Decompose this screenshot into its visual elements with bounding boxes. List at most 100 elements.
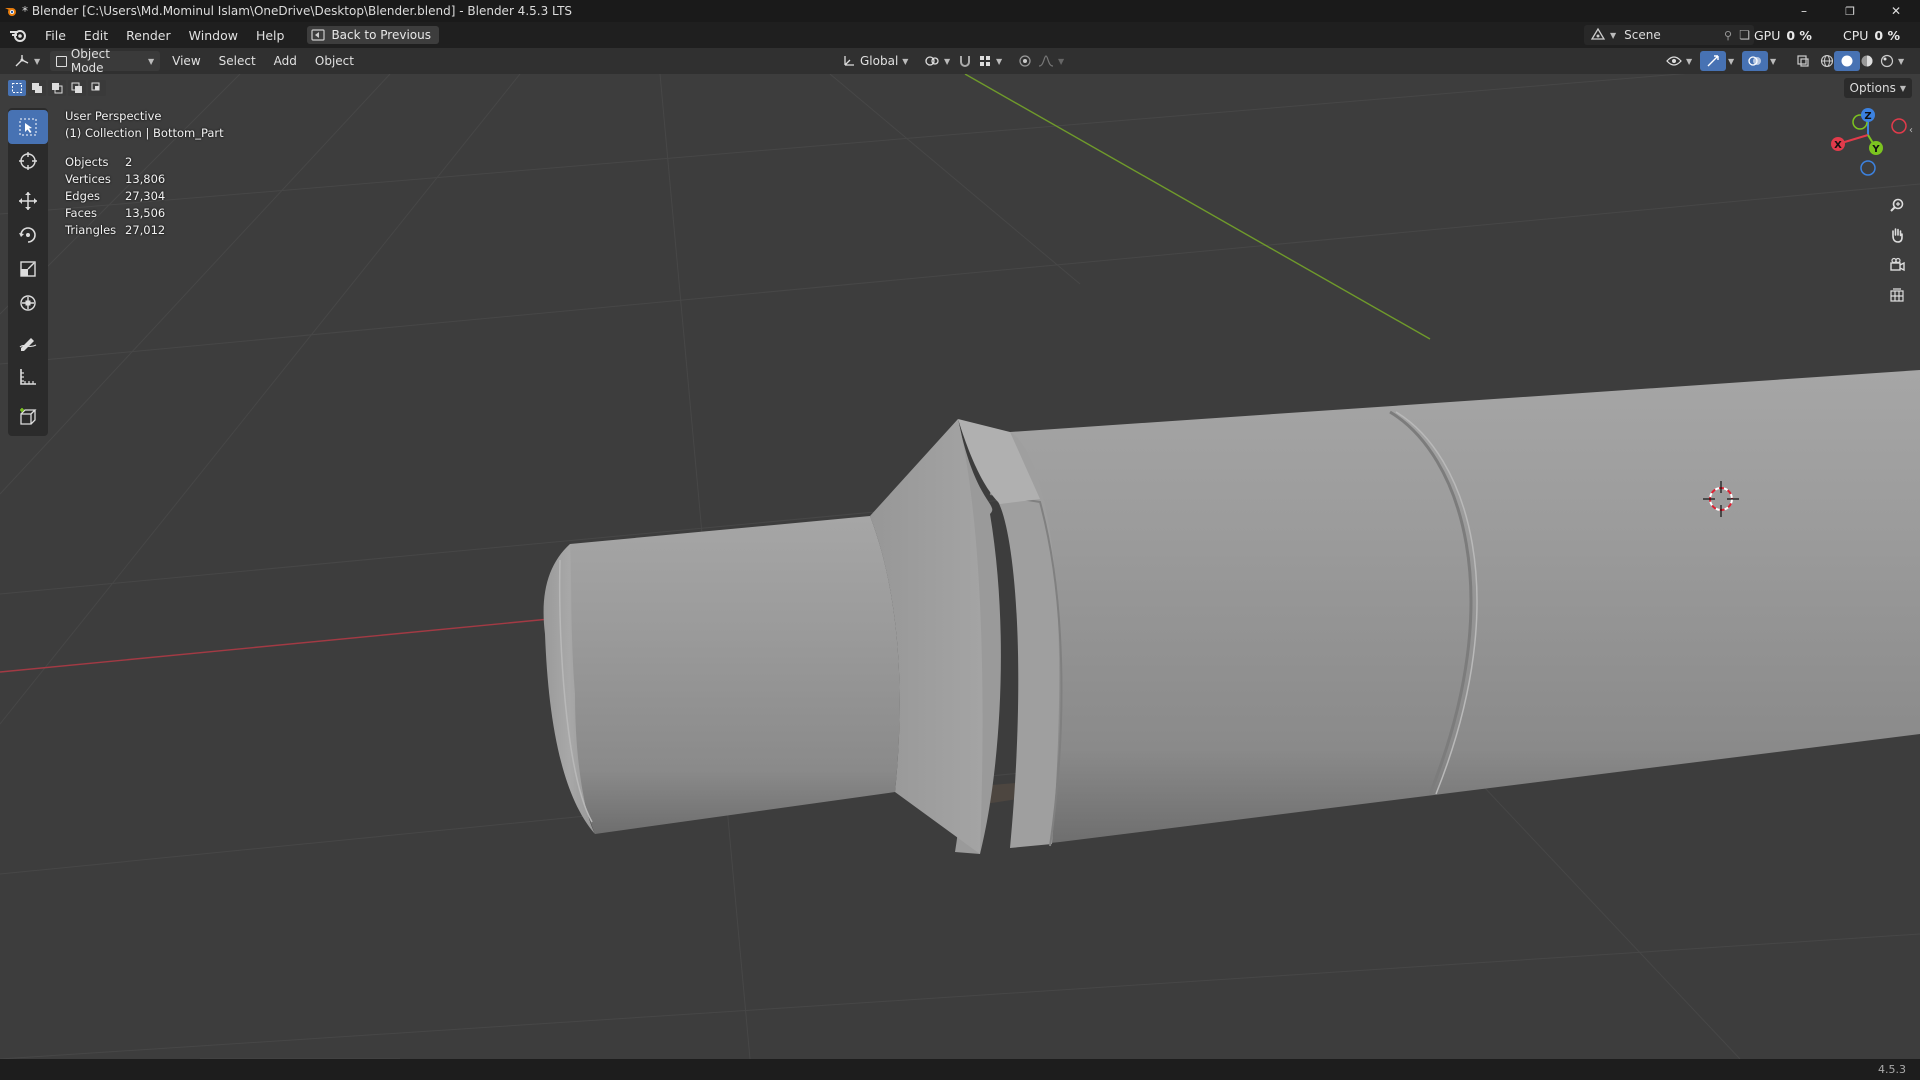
close-window-button[interactable]: ✕ [1876, 0, 1916, 22]
window-title: * Blender [C:\Users\Md.Mominul Islam\One… [22, 4, 573, 18]
version-label: 4.5.3 [1878, 1063, 1906, 1076]
menu-file[interactable]: File [36, 22, 75, 48]
menu-object[interactable]: Object [309, 51, 360, 71]
select-new-button[interactable] [8, 80, 26, 96]
chevron-down-icon: ▼ [1899, 83, 1906, 93]
stat-value: 13,506 [125, 206, 166, 220]
chevron-down-icon: ▼ [902, 56, 909, 66]
scale-icon [20, 261, 36, 277]
overlay-circles-icon [1748, 56, 1761, 66]
viewport-scene: Z X Y [0, 74, 1920, 1059]
falloff-curve-icon [1038, 55, 1054, 67]
viewport-info-overlay: User Perspective (1) Collection | Bottom… [65, 108, 224, 239]
minimize-button[interactable]: – [1784, 0, 1824, 22]
menu-help[interactable]: Help [247, 22, 294, 48]
tool-annotate[interactable] [8, 326, 48, 360]
chevron-down-icon: ▼ [944, 56, 951, 66]
eye-icon [1666, 56, 1682, 66]
pin-icon[interactable]: ⚲ [1724, 29, 1732, 42]
select-subtract-button[interactable] [48, 80, 66, 96]
pan-button[interactable] [1884, 222, 1910, 248]
window-title-bar: * Blender [C:\Users\Md.Mominul Islam\One… [0, 0, 1920, 22]
scene-statistics: Objects 2 Vertices 13,806 Edges 27,304 Face… [65, 154, 224, 239]
scene-selector[interactable]: ▼ Scene ⚲ ❏ [1584, 25, 1754, 45]
pivot-icon [925, 56, 939, 66]
viewport-header: ▼ Object Mode ▼ View Select Add Object G… [0, 47, 1920, 75]
chevron-down-icon: ▼ [1728, 56, 1735, 66]
bottom-part-mesh[interactable] [543, 370, 1920, 854]
crosshair-cursor-icon [19, 152, 37, 170]
stat-value: 27,304 [125, 189, 166, 203]
pencil-icon [19, 338, 37, 351]
tool-select-box[interactable] [8, 110, 48, 144]
select-cursor-icon [19, 118, 37, 136]
gizmo-dropdown[interactable]: ▼ [1722, 51, 1740, 71]
rotate-icon [19, 227, 36, 243]
transform-icon [20, 295, 36, 311]
scene-name: Scene [1624, 28, 1661, 42]
stat-label: Edges [65, 189, 100, 203]
tool-add-cube[interactable] [8, 400, 48, 434]
wireframe-sphere-icon [1820, 54, 1834, 68]
menu-render[interactable]: Render [117, 22, 180, 48]
xray-toggle[interactable] [1790, 51, 1816, 71]
select-invert-button[interactable] [68, 80, 86, 96]
new-scene-icon[interactable]: ❏ [1739, 28, 1750, 42]
gizmo-y-label: Y [1871, 144, 1880, 155]
tool-transform[interactable] [8, 286, 48, 320]
tool-measure[interactable] [8, 360, 48, 394]
tool-cursor[interactable] [8, 144, 48, 178]
grid-projection-icon [1890, 288, 1904, 302]
blender-app-icon [0, 0, 22, 22]
view-name: User Perspective [65, 109, 162, 123]
stat-label: Objects [65, 155, 109, 169]
active-collection-label: (1) Collection | Bottom_Part [65, 126, 224, 140]
camera-view-button[interactable] [1884, 252, 1910, 278]
zoom-button[interactable] [1884, 192, 1910, 218]
snap-target-selector[interactable]: ▼ [972, 51, 1008, 71]
proportional-edit-icon [1019, 55, 1031, 67]
gizmo-x-label: X [1834, 140, 1842, 151]
editor-type-selector[interactable]: ▼ [8, 51, 46, 71]
snap-grid-icon [980, 56, 990, 66]
overlays-dropdown[interactable]: ▼ [1764, 51, 1782, 71]
magnifier-icon [1890, 198, 1904, 212]
scene-icon [1590, 27, 1606, 44]
mode-label: Object Mode [70, 47, 110, 75]
visibility-selector[interactable]: ▼ [1660, 51, 1698, 71]
blender-logo-icon[interactable] [0, 22, 36, 48]
menu-select[interactable]: Select [213, 51, 262, 71]
solid-sphere-icon [1841, 55, 1853, 67]
options-dropdown[interactable]: Options ▼ [1843, 78, 1912, 98]
falloff-selector[interactable]: ▼ [1032, 51, 1070, 71]
select-subtract-icon [52, 83, 63, 94]
mode-selector[interactable]: Object Mode ▼ [50, 47, 161, 75]
3d-viewport[interactable]: Z X Y [0, 74, 1920, 1059]
sidebar-toggle-icon[interactable]: ‹ [1909, 125, 1913, 136]
gizmo-z-label: Z [1864, 111, 1871, 122]
shading-dropdown[interactable]: ▼ [1892, 51, 1910, 71]
transform-orientation-selector[interactable]: Global ▼ [836, 51, 914, 71]
chevron-down-icon: ▼ [1770, 56, 1777, 66]
tool-move[interactable] [8, 184, 48, 218]
object-mode-icon [56, 55, 67, 67]
back-to-previous-button[interactable]: Back to Previous [307, 26, 439, 44]
menu-add[interactable]: Add [268, 51, 303, 71]
menu-window[interactable]: Window [180, 22, 247, 48]
select-extend-button[interactable] [28, 80, 46, 96]
chevron-down-icon: ▼ [148, 56, 155, 66]
pivot-point-selector[interactable]: ▼ [918, 51, 956, 71]
stat-value: 27,012 [125, 223, 166, 237]
selection-mode-group [8, 80, 106, 96]
tool-rotate[interactable] [8, 218, 48, 252]
3d-viewport-icon [15, 55, 29, 67]
menu-view[interactable]: View [166, 51, 206, 71]
select-intersect-button[interactable] [88, 80, 106, 96]
menu-edit[interactable]: Edit [75, 22, 117, 48]
chevron-down-icon: ▼ [1898, 56, 1905, 66]
select-invert-icon [71, 82, 82, 93]
toggle-projection-button[interactable] [1884, 282, 1910, 308]
xray-icon [1797, 55, 1809, 67]
restore-button[interactable]: ❐ [1830, 0, 1870, 22]
tool-scale[interactable] [8, 252, 48, 286]
